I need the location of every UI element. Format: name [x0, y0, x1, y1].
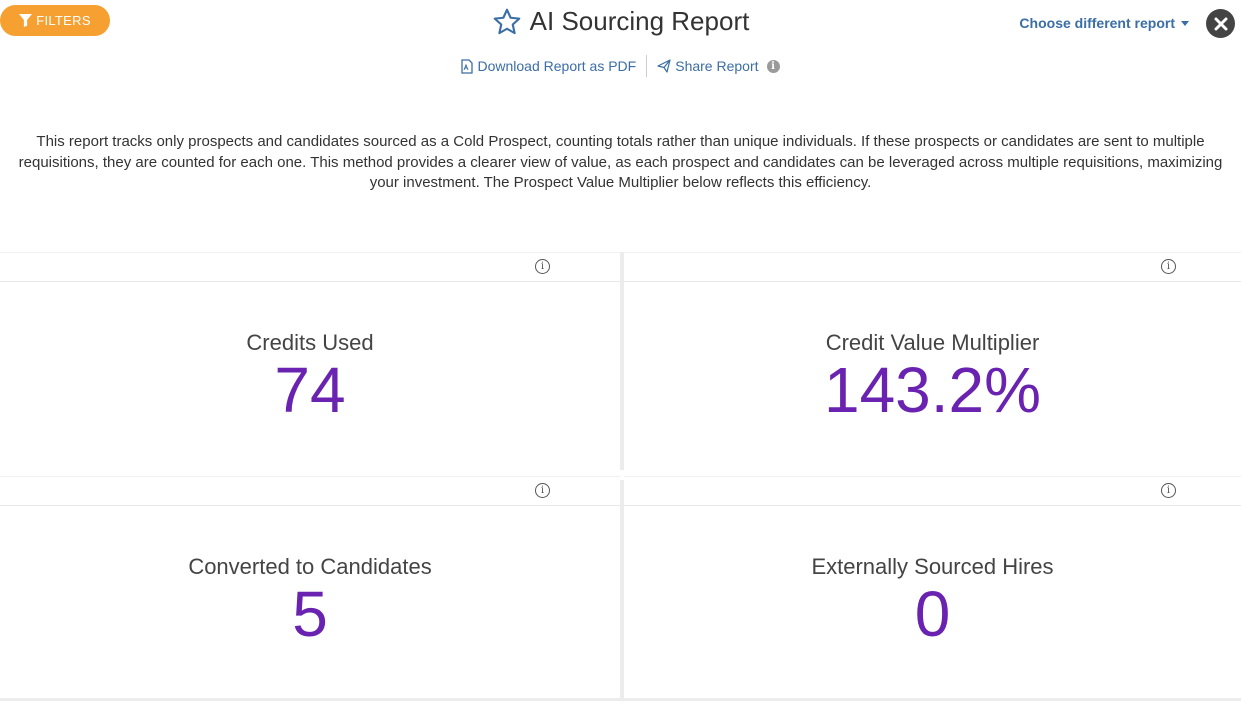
- download-pdf-link[interactable]: Download Report as PDF: [461, 58, 636, 74]
- info-icon[interactable]: i: [766, 59, 780, 73]
- share-report-label: Share Report: [675, 58, 759, 74]
- card-header-divider: [624, 505, 1241, 506]
- pdf-file-icon: [461, 58, 474, 74]
- metric-card-credits-used: i Credits Used 74: [0, 252, 620, 470]
- report-actions: Download Report as PDF Share Report i: [0, 55, 1241, 77]
- metric-value: 0: [914, 578, 951, 650]
- share-report-link[interactable]: Share Report i: [657, 58, 780, 74]
- metric-label: Converted to Candidates: [188, 554, 432, 579]
- card-header-divider: [0, 505, 620, 506]
- divider: [646, 55, 648, 77]
- card-top-border: [624, 476, 1241, 477]
- info-icon[interactable]: i: [535, 259, 550, 274]
- close-icon: [1214, 17, 1227, 30]
- metric-card-converted-to-candidates: i Converted to Candidates 5: [0, 476, 620, 698]
- metric-card-credit-value-multiplier: i Credit Value Multiplier 143.2%: [624, 252, 1241, 470]
- card-header-divider: [0, 281, 620, 282]
- column-divider: [620, 252, 624, 470]
- column-divider: [620, 480, 624, 698]
- info-icon[interactable]: i: [1161, 259, 1176, 274]
- metric-value: 143.2%: [823, 354, 1042, 426]
- card-top-border: [0, 476, 620, 477]
- report-description: This report tracks only prospects and ca…: [18, 133, 1223, 191]
- metric-label: Externally Sourced Hires: [811, 554, 1054, 579]
- page-title: AI Sourcing Report: [529, 6, 750, 36]
- caret-down-icon: [1181, 20, 1189, 26]
- info-icon[interactable]: i: [535, 483, 550, 498]
- card-header-divider: [624, 281, 1241, 282]
- choose-report-label: Choose different report: [1019, 15, 1175, 31]
- metric-label: Credits Used: [246, 330, 374, 355]
- metric-card-externally-sourced-hires: i Externally Sourced Hires 0: [624, 476, 1241, 698]
- card-top-border: [624, 252, 1241, 253]
- paper-plane-icon: [657, 59, 671, 73]
- download-pdf-label: Download Report as PDF: [477, 58, 637, 74]
- info-icon[interactable]: i: [1161, 483, 1176, 498]
- metric-value: 5: [292, 578, 328, 650]
- card-top-border: [0, 252, 620, 253]
- star-icon[interactable]: [492, 7, 522, 37]
- close-button[interactable]: [1206, 9, 1235, 38]
- metric-label: Credit Value Multiplier: [825, 330, 1040, 355]
- footer-divider: [0, 698, 1241, 701]
- choose-report-dropdown[interactable]: Choose different report: [1019, 15, 1189, 31]
- metric-value: 74: [274, 354, 346, 426]
